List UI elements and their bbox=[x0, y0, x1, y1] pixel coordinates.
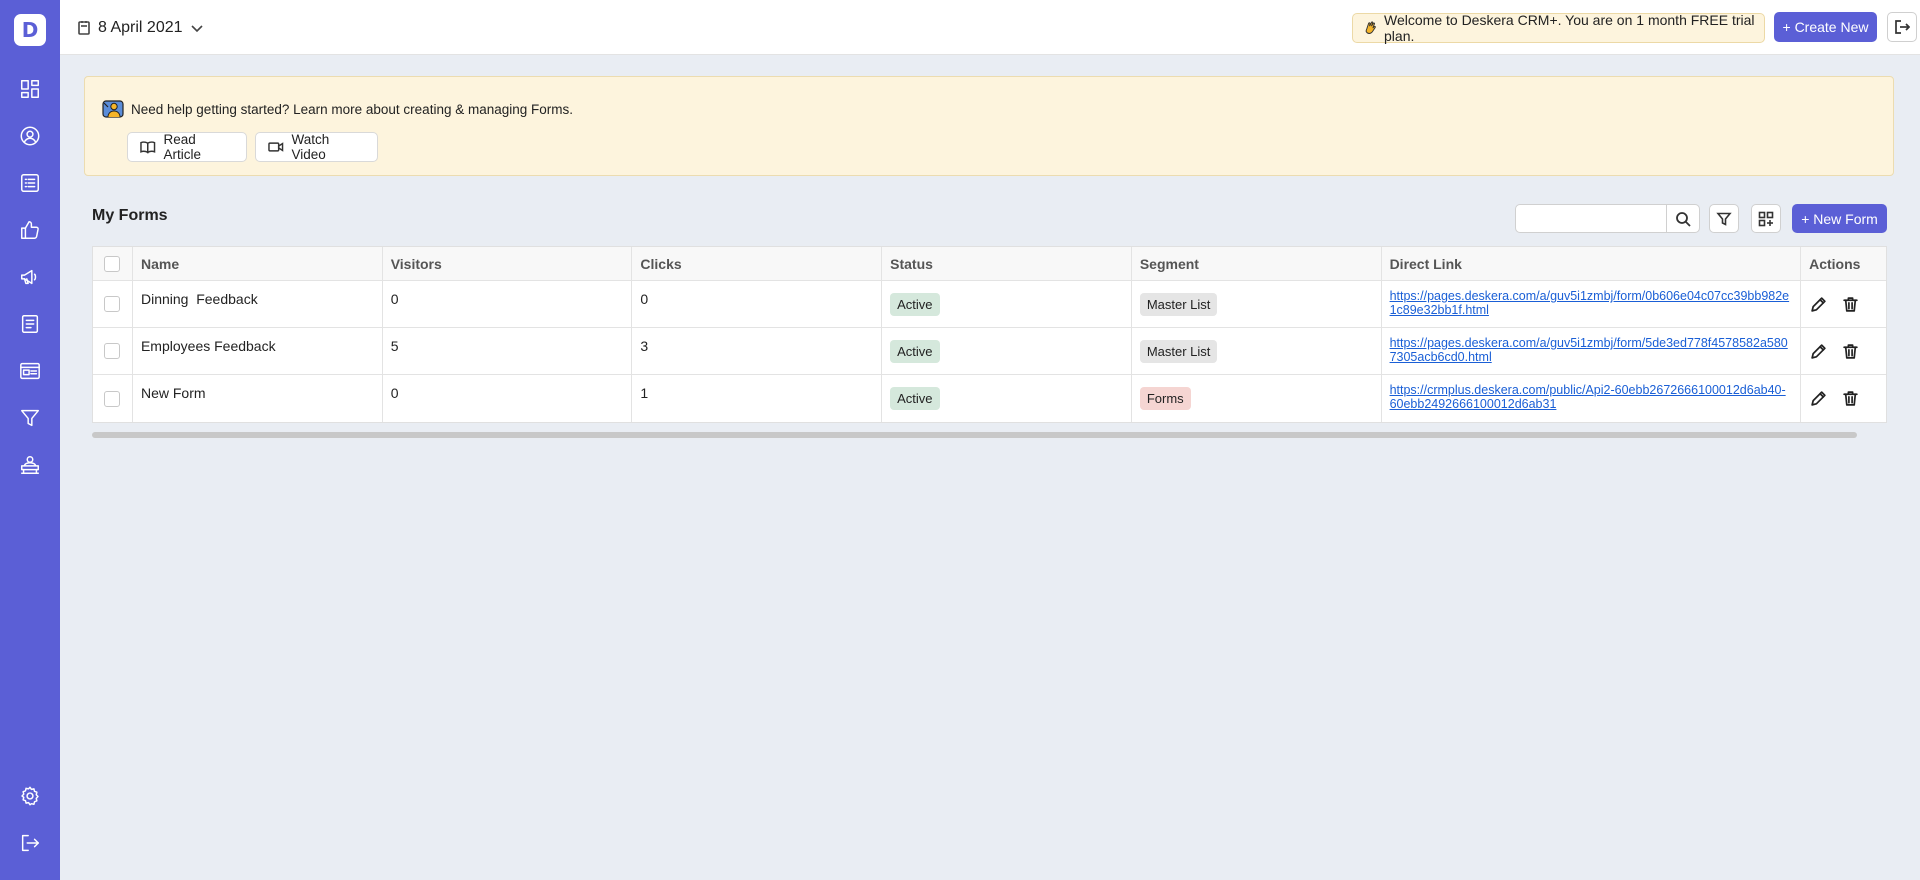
help-banner: Need help getting started? Learn more ab… bbox=[84, 76, 1894, 176]
sidebar: D bbox=[0, 0, 60, 880]
clicks-count: 0 bbox=[632, 281, 883, 327]
clicks-count: 3 bbox=[632, 328, 883, 374]
deals-thumb-icon[interactable] bbox=[18, 218, 42, 242]
logout-button[interactable] bbox=[1887, 12, 1917, 42]
delete-trash-icon[interactable] bbox=[1841, 390, 1859, 408]
clipboard-icon[interactable] bbox=[18, 312, 42, 336]
status-badge: Active bbox=[890, 292, 940, 316]
column-header-clicks[interactable]: Clicks bbox=[632, 247, 883, 280]
segment-badge: Forms bbox=[1139, 387, 1191, 410]
direct-link[interactable]: https://crmplus.deskera.com/public/Api2-… bbox=[1390, 383, 1793, 411]
trial-banner: Welcome to Deskera CRM+. You are on 1 mo… bbox=[1352, 12, 1765, 44]
help-text: Need help getting started? Learn more ab… bbox=[131, 101, 574, 117]
video-camera-icon bbox=[268, 142, 284, 152]
search-icon bbox=[1676, 211, 1691, 227]
horizontal-scrollbar[interactable] bbox=[92, 432, 1857, 438]
dashboard-icon[interactable] bbox=[18, 77, 42, 101]
help-person-icon bbox=[102, 100, 124, 118]
segment-badge: Master List bbox=[1139, 292, 1218, 316]
search-input[interactable] bbox=[1516, 205, 1666, 232]
visitors-count: 0 bbox=[383, 375, 633, 422]
logout-icon bbox=[1895, 20, 1910, 34]
edit-pencil-icon[interactable] bbox=[1809, 342, 1827, 360]
select-all-checkbox[interactable] bbox=[104, 255, 121, 272]
visitors-count: 5 bbox=[383, 328, 633, 374]
filter-icon bbox=[1716, 212, 1732, 226]
grid-plus-icon bbox=[1758, 211, 1774, 226]
book-icon bbox=[140, 141, 156, 154]
calendar-icon bbox=[78, 21, 90, 35]
column-header-status[interactable]: Status bbox=[882, 247, 1132, 280]
column-header-actions: Actions bbox=[1809, 255, 1861, 272]
logout-icon[interactable] bbox=[18, 831, 42, 855]
date-label: 8 April 2021 bbox=[98, 19, 183, 36]
row-checkbox[interactable] bbox=[104, 343, 121, 359]
add-column-button[interactable] bbox=[1751, 204, 1781, 233]
date-picker[interactable]: 8 April 2021 bbox=[76, 16, 205, 40]
column-header-visitors[interactable]: Visitors bbox=[383, 247, 633, 280]
form-name[interactable]: Dinning Feedback bbox=[133, 281, 383, 327]
watch-video-button[interactable]: Watch Video bbox=[255, 132, 378, 162]
read-article-button[interactable]: Read Article bbox=[127, 132, 247, 162]
row-checkbox[interactable] bbox=[104, 390, 121, 407]
trial-banner-text: Welcome to Deskera CRM+. You are on 1 mo… bbox=[1384, 12, 1755, 44]
table-header: Name Visitors Clicks Status Segment Dire… bbox=[93, 247, 1886, 281]
search-box bbox=[1515, 204, 1700, 233]
edit-pencil-icon[interactable] bbox=[1809, 390, 1827, 408]
list-icon[interactable] bbox=[18, 171, 42, 195]
support-desk-icon[interactable] bbox=[18, 453, 42, 477]
row-checkbox[interactable] bbox=[104, 296, 121, 312]
status-badge: Active bbox=[890, 339, 940, 363]
column-header-name[interactable]: Name bbox=[133, 247, 383, 280]
table-row: Dinning Feedback 0 0 Active Master List … bbox=[93, 281, 1886, 328]
status-badge: Active bbox=[890, 387, 940, 410]
top-bar: 8 April 2021 Welcome to Deskera CRM+. Yo… bbox=[60, 0, 1920, 55]
forms-card-icon[interactable] bbox=[18, 359, 42, 383]
direct-link[interactable]: https://pages.deskera.com/a/guv5i1zmbj/f… bbox=[1390, 336, 1793, 364]
direct-link[interactable]: https://pages.deskera.com/a/guv5i1zmbj/f… bbox=[1390, 289, 1793, 317]
create-new-button[interactable]: + Create New bbox=[1774, 12, 1877, 42]
contacts-icon[interactable] bbox=[18, 124, 42, 148]
clicks-count: 1 bbox=[632, 375, 883, 422]
chevron-down-icon bbox=[190, 25, 203, 33]
segment-badge: Master List bbox=[1139, 339, 1218, 363]
delete-trash-icon[interactable] bbox=[1841, 295, 1859, 313]
campaign-megaphone-icon[interactable] bbox=[18, 265, 42, 289]
column-header-direct-link[interactable]: Direct Link bbox=[1382, 247, 1802, 280]
delete-trash-icon[interactable] bbox=[1841, 342, 1859, 360]
hand-wave-icon bbox=[1365, 21, 1376, 34]
table-row: New Form 0 1 Active Forms https://crmplu… bbox=[93, 375, 1886, 422]
search-button[interactable] bbox=[1666, 205, 1699, 232]
new-form-button[interactable]: + New Form bbox=[1792, 204, 1887, 233]
column-header-segment[interactable]: Segment bbox=[1132, 247, 1382, 280]
form-name[interactable]: New Form bbox=[133, 375, 383, 422]
form-name[interactable]: Employees Feedback bbox=[133, 328, 383, 374]
deskera-logo[interactable]: D bbox=[14, 14, 46, 46]
funnel-icon[interactable] bbox=[18, 406, 42, 430]
forms-table: Name Visitors Clicks Status Segment Dire… bbox=[92, 246, 1887, 423]
table-row: Employees Feedback 5 3 Active Master Lis… bbox=[93, 328, 1886, 375]
visitors-count: 0 bbox=[383, 281, 633, 327]
edit-pencil-icon[interactable] bbox=[1809, 295, 1827, 313]
settings-gear-icon[interactable] bbox=[18, 784, 42, 808]
page-title: My Forms bbox=[92, 207, 168, 224]
filter-button[interactable] bbox=[1709, 204, 1739, 233]
